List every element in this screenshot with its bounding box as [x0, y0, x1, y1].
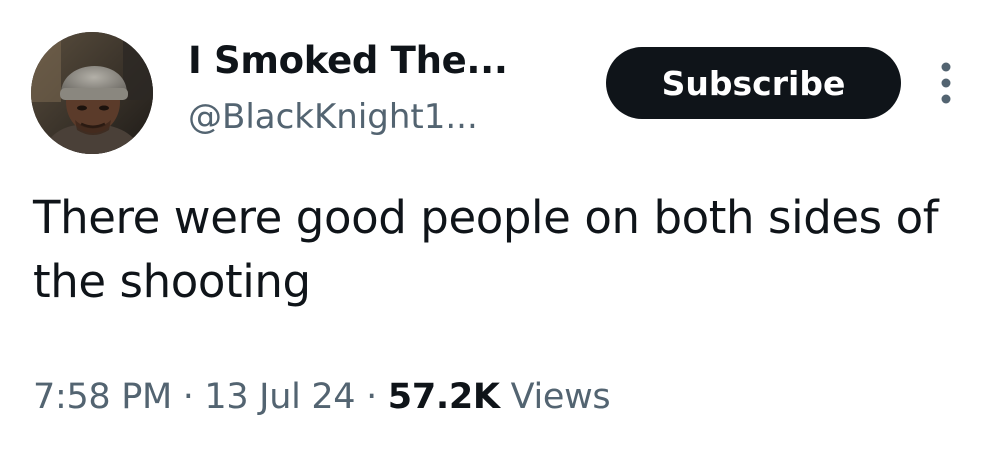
author-handle[interactable]: @BlackKnight1...: [188, 94, 478, 140]
subscribe-button[interactable]: Subscribe: [606, 47, 901, 119]
more-vertical-icon: [941, 62, 951, 104]
tweet-meta: 7:58 PM · 13 Jul 24 · 57.2K Views: [33, 373, 611, 421]
author-display-name[interactable]: I Smoked The...: [188, 37, 508, 85]
views-label: Views: [510, 377, 611, 417]
separator: ·: [182, 377, 194, 417]
avatar[interactable]: [31, 32, 153, 154]
tweet-text: There were good people on both sides of …: [33, 191, 939, 308]
views-count: 57.2K: [387, 377, 500, 417]
more-options-button[interactable]: [934, 60, 958, 106]
tweet-date[interactable]: 13 Jul 24: [204, 377, 355, 417]
avatar-image: [31, 32, 153, 154]
separator: ·: [366, 377, 377, 417]
tweet-time[interactable]: 7:58 PM: [33, 377, 172, 417]
